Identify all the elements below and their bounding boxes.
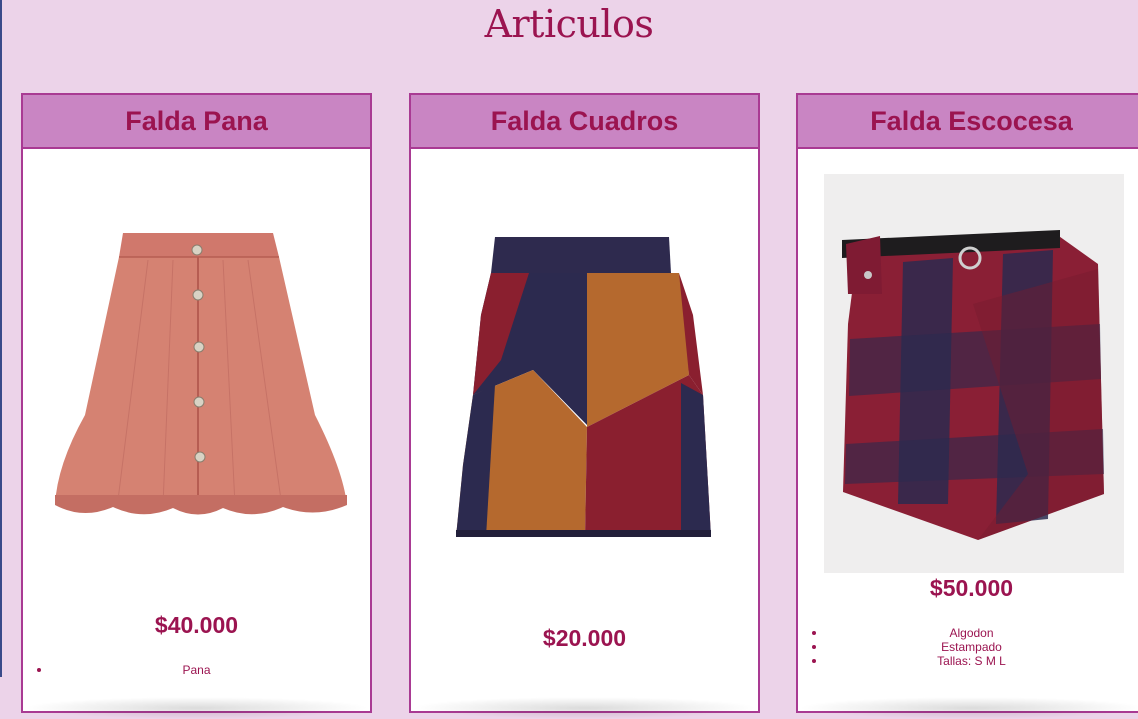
- product-title: Falda Cuadros: [411, 95, 758, 149]
- card-shadow: [411, 697, 758, 719]
- spec-item: Algodon: [798, 626, 1138, 640]
- product-price: $50.000: [929, 575, 1014, 601]
- card-shadow: [23, 697, 370, 719]
- product-card-falda-cuadros[interactable]: Falda Cuadros $20.000: [409, 93, 760, 719]
- product-image-coral-button-skirt: [55, 233, 347, 515]
- spec-item: Pana: [23, 663, 370, 677]
- product-card-falda-pana[interactable]: Falda Pana $40.000 Pana: [21, 93, 372, 719]
- product-title: Falda Escocesa: [798, 95, 1138, 149]
- window-edge: [0, 0, 2, 677]
- product-specs-list: Pana: [23, 663, 370, 677]
- spec-item: Estampado: [798, 640, 1138, 654]
- spec-item: Tallas: S M L: [798, 654, 1138, 668]
- product-title: Falda Pana: [23, 95, 370, 149]
- product-price: $20.000: [542, 625, 627, 651]
- product-price: $40.000: [154, 612, 239, 638]
- product-image-patchwork-skirt: [456, 237, 711, 537]
- page-title: Articulos: [484, 2, 654, 46]
- card-shadow: [798, 697, 1138, 719]
- product-image-plaid-belted-skirt: [824, 174, 1124, 573]
- product-card-falda-escocesa[interactable]: Falda Escocesa $50.000 Algodon Estampado…: [796, 93, 1138, 719]
- product-specs-list: Algodon Estampado Tallas: S M L: [798, 626, 1138, 668]
